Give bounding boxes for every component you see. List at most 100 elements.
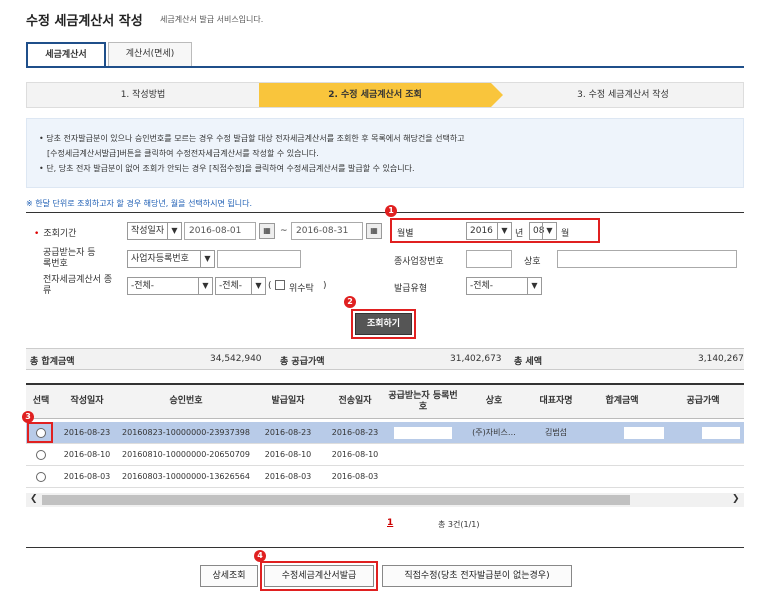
chevron-left-icon[interactable]: ❮ (30, 494, 38, 504)
total-tax-label: 총 세액 (514, 357, 542, 367)
chevron-down-icon: ▼ (198, 278, 212, 294)
branch-label: 종사업장번호 (394, 257, 444, 267)
recipient-reg-input[interactable] (217, 250, 301, 268)
totals-bar: 총 합계금액 34,542,940 총 공급가액 31,402,673 총 세액… (26, 348, 744, 370)
total-supply-label: 총 공급가액 (280, 357, 325, 367)
info-box: • 당초 전자발급분이 있으나 승인번호를 모르는 경우 수정 발급할 대상 전… (26, 118, 744, 188)
horizontal-scrollbar[interactable]: ❮ ❯ (26, 493, 744, 507)
year-select[interactable]: 2016 ▼ (466, 222, 512, 240)
row-approval: 20160823-10000000-23937398 (122, 428, 250, 437)
row-approval: 20160810-10000000-20650709 (122, 450, 250, 459)
notice-text: ※ 한달 단위로 조회하고자 할 경우 해당년, 월을 선택하시면 됩니다. (26, 199, 253, 208)
tab-invoice-exempt[interactable]: 계산서(면세) (108, 42, 192, 66)
chevron-down-icon: ▼ (527, 278, 541, 294)
month-suffix: 월 (561, 229, 570, 239)
invoice-type-label: 전자세금계산서 종류 (43, 275, 113, 296)
trust-checkbox[interactable] (275, 280, 285, 290)
page-number-1[interactable]: 1 (387, 518, 393, 528)
row-issue-date: 2016-08-23 (264, 428, 312, 437)
chevron-right-icon[interactable]: ❯ (732, 494, 740, 504)
detail-view-button[interactable]: 상세조회 (200, 565, 258, 587)
masked-recipient-reg (394, 427, 452, 439)
chevron-down-icon: ▼ (251, 278, 265, 294)
col-header-ceo: 대표자명 (530, 383, 582, 419)
step-1: 1. 작성방법 (120, 90, 166, 100)
row-approval: 20160803-10000000-13626564 (122, 472, 250, 481)
trust-close-paren: ) (323, 281, 327, 291)
table-row[interactable]: 2016-08-23 20160823-10000000-23937398 20… (26, 422, 744, 444)
chevron-down-icon: ▼ (167, 223, 181, 239)
recipient-reg-label: 공급받는자 등록번호 (43, 248, 96, 269)
month-select[interactable]: 08 ▼ (529, 222, 557, 240)
row-issue-date: 2016-08-03 (264, 472, 312, 481)
row-radio[interactable] (36, 472, 46, 482)
trust-label: 위수탁 (289, 284, 314, 294)
tab-tax-invoice[interactable]: 세금계산서 (26, 42, 106, 67)
direct-modify-button[interactable]: 직접수정(당초 전자발급분이 없는경우) (382, 565, 572, 587)
trust-open-paren: ( (268, 281, 272, 291)
step-2: 2. 수정 세금계산서 조회 (259, 83, 491, 107)
date-to-input[interactable]: 2016-08-31 (291, 222, 363, 240)
issue-type-select[interactable]: -전체- ▼ (466, 277, 542, 295)
row-date: 2016-08-23 (63, 428, 111, 437)
col-header-approval: 승인번호 (118, 383, 254, 419)
step-3: 3. 수정 세금계산서 작성 (577, 90, 669, 100)
recipient-reg-type-select[interactable]: 사업자등록번호 ▼ (127, 250, 215, 268)
year-suffix: 년 (515, 229, 524, 239)
result-count: 총 3건(1/1) (438, 520, 480, 529)
step-arrow-icon (491, 83, 503, 107)
scrollbar-thumb[interactable] (42, 495, 630, 505)
date-type-select[interactable]: 작성일자 ▼ (127, 222, 182, 240)
company-label: 상호 (524, 257, 541, 267)
page-title: 수정 세금계산서 작성 (26, 14, 143, 29)
invoice-type-select-2[interactable]: -전체- ▼ (215, 277, 266, 295)
search-button[interactable]: 조회하기 (355, 313, 412, 335)
issue-type-label: 발급유형 (394, 284, 428, 294)
row-date: 2016-08-10 (63, 450, 111, 459)
row-send-date: 2016-08-03 (331, 472, 379, 481)
page-subtitle: 세금계산서 발급 서비스입니다. (160, 15, 264, 24)
row-issue-date: 2016-08-10 (264, 450, 312, 459)
date-from-input[interactable]: 2016-08-01 (184, 222, 256, 240)
col-header-company: 상호 (458, 383, 530, 419)
step-badge-1: 1 (385, 205, 397, 217)
tab-underline (26, 66, 744, 68)
col-header-supply: 공급가액 (662, 383, 744, 419)
radio-highlight (27, 422, 53, 443)
chevron-down-icon: ▼ (497, 223, 511, 239)
step-badge-2: 2 (344, 296, 356, 308)
row-radio[interactable] (36, 450, 46, 460)
col-header-date: 작성일자 (56, 383, 118, 419)
branch-input[interactable] (466, 250, 512, 268)
company-input[interactable] (557, 250, 737, 268)
total-amount-label: 총 합계금액 (30, 357, 75, 367)
col-header-total: 합계금액 (582, 383, 662, 419)
issue-modified-invoice-button[interactable]: 수정세금계산서발급 (264, 565, 374, 587)
info-line-3: • 단, 당초 전자 발급분이 없어 조회가 안되는 경우 [직접수정]을 클릭… (39, 164, 415, 173)
masked-total (624, 427, 664, 439)
invoice-table: 선택 작성일자 승인번호 발급일자 전송일자 공급받는자 등록번호 상호 대표자… (26, 383, 744, 493)
col-header-recipient-reg: 공급받는자 등록번호 (388, 383, 458, 419)
table-row[interactable]: 2016-08-10 20160810-10000000-20650709 20… (26, 444, 744, 466)
calendar-icon[interactable]: ▦ (259, 223, 275, 239)
invoice-type-select-1[interactable]: -전체- ▼ (127, 277, 213, 295)
chevron-down-icon: ▼ (200, 251, 214, 267)
table-row[interactable]: 2016-08-03 20160803-10000000-13626564 20… (26, 466, 744, 488)
total-tax-value: 3,140,267 (698, 354, 744, 364)
step-bar: 1. 작성방법 2. 수정 세금계산서 조회 3. 수정 세금계산서 작성 (26, 82, 744, 108)
masked-supply (702, 427, 740, 439)
monthly-label: 월별 (397, 229, 414, 239)
row-ceo: 김범섭 (544, 428, 568, 437)
chevron-down-icon: ▼ (542, 223, 556, 239)
date-range-tilde: ~ (280, 226, 288, 236)
row-date: 2016-08-03 (63, 472, 111, 481)
bottom-divider (26, 547, 744, 548)
info-line-1: • 당초 전자발급분이 있으나 승인번호를 모르는 경우 수정 발급할 대상 전… (39, 134, 465, 143)
row-company: (주)자비스… (472, 428, 516, 437)
row-send-date: 2016-08-23 (331, 428, 379, 437)
info-line-2: [수정세금계산서발급]버튼을 클릭하여 수정전자세금계산서를 작성할 수 있습니… (47, 149, 319, 158)
total-amount-value: 34,542,940 (210, 354, 262, 364)
calendar-icon[interactable]: ▦ (366, 223, 382, 239)
total-supply-value: 31,402,673 (450, 354, 502, 364)
row-send-date: 2016-08-10 (331, 450, 379, 459)
